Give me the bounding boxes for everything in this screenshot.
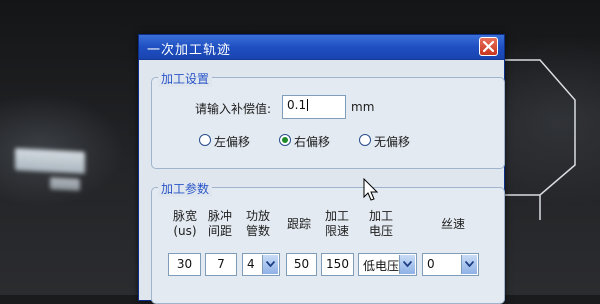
radio-no-offset-label[interactable]: 无偏移 [374,133,410,150]
background-light-reflection [15,148,85,174]
background-trajectory-outline [500,59,576,220]
processing-params-group: 加工参数 [151,180,505,304]
power-tubes-select[interactable]: 4 [242,253,280,276]
pulse-width-input[interactable]: 30 [168,253,201,276]
wire-speed-select[interactable]: 0 [422,253,479,276]
voltage-dropdown-button[interactable] [399,255,415,274]
header-wire-speed: 丝速 [440,217,465,231]
radio-right-offset[interactable] [279,134,291,146]
voltage-select[interactable]: 低电压 [358,253,417,276]
close-icon [482,40,495,53]
header-tracking: 跟踪 [286,217,311,231]
power-tubes-value: 4 [247,257,255,271]
speed-limit-input[interactable]: 150 [321,253,354,276]
header-pulse-interval: 脉冲 间距 [207,209,232,238]
close-button[interactable] [479,37,498,56]
header-speed-limit: 加工 限速 [324,209,349,238]
offset-input[interactable]: 0.1 [282,95,346,119]
tracking-input[interactable]: 50 [286,253,317,276]
offset-unit: mm [351,100,375,114]
dialog-titlebar[interactable]: 一次加工轨迹 [139,35,504,60]
header-power-tubes: 功放 管数 [245,209,270,238]
chevron-down-icon [266,261,275,267]
radio-left-offset-label[interactable]: 左偏移 [214,133,250,150]
header-pulse-width: 脉宽 (us) [172,209,197,238]
wire-speed-dropdown-button[interactable] [461,255,477,274]
offset-input-value: 0.1 [287,98,307,112]
voltage-value: 低电压 [363,259,400,273]
processing-params-label: 加工参数 [158,180,213,197]
processing-settings-group: 加工设置 请输入补偿值: 0.1 mm 左偏移 右偏移 无偏移 [151,70,505,169]
text-caret [307,99,309,111]
processing-settings-label: 加工设置 [158,70,213,87]
wire-speed-value: 0 [427,257,435,271]
processing-trajectory-dialog: 一次加工轨迹 加工设置 请输入补偿值: 0.1 mm 左偏移 右偏移 无偏移 加… [138,34,505,304]
power-tubes-dropdown-button[interactable] [262,255,278,274]
radio-left-offset[interactable] [199,134,211,146]
radio-no-offset[interactable] [359,134,371,146]
background-light-reflection-small [50,177,80,191]
pulse-interval-input[interactable]: 7 [205,253,237,276]
offset-label: 请输入补偿值: [195,102,272,116]
dialog-title: 一次加工轨迹 [147,43,232,58]
mouse-pointer-icon [363,178,379,201]
chevron-down-icon [465,261,474,267]
header-voltage: 加工 电压 [368,209,393,238]
radio-right-offset-label[interactable]: 右偏移 [294,133,330,150]
chevron-down-icon [403,261,412,267]
